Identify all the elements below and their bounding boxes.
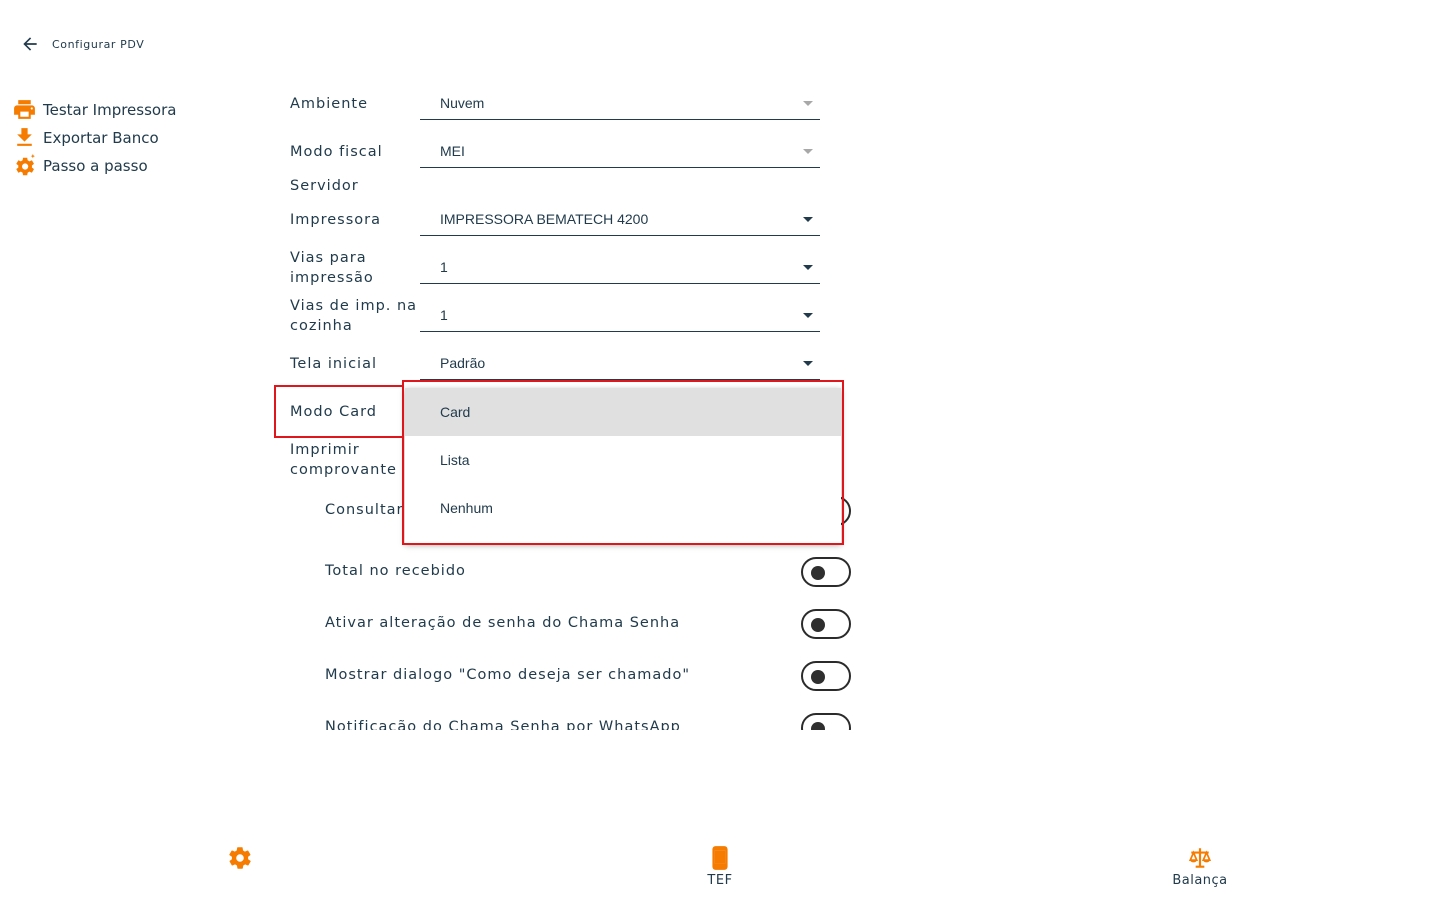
toggle-row-alteracao-senha: Ativar alteração de senha do Chama Senha: [325, 609, 851, 641]
caret-down-icon: [803, 313, 813, 318]
tela-inicial-value: Padrão: [440, 355, 486, 371]
toggle-row-total-recebido: Total no recebido: [325, 557, 851, 589]
toggle-knob: [811, 566, 825, 580]
toggle-label: Mostrar dialogo "Como deseja ser chamado…: [325, 667, 690, 683]
alteracao-senha-toggle[interactable]: [801, 609, 851, 639]
imprimir-comprovante-label: Imprimir comprovante: [290, 442, 397, 478]
ambiente-label: Ambiente: [290, 96, 368, 112]
total-recebido-toggle[interactable]: [801, 557, 851, 587]
toggle-label: Total no recebido: [325, 563, 466, 579]
vias-impressao-label: Vias para impressão: [290, 250, 374, 286]
highlight-box-label: [274, 385, 404, 438]
toggle-label: Consultar: [325, 502, 404, 518]
download-icon: [17, 128, 32, 146]
vias-impressao-value: 1: [440, 259, 448, 275]
sidebar-item-testar-impressora[interactable]: Testar Impressora: [12, 97, 176, 122]
nav-label: Balança: [1172, 873, 1228, 888]
sidebar-item-exportar-banco[interactable]: Exportar Banco: [12, 125, 159, 150]
impressora-label: Impressora: [290, 212, 381, 228]
sidebar-item-label: Testar Impressora: [43, 100, 177, 119]
impressora-select[interactable]: IMPRESSORA BEMATECH 4200: [420, 202, 820, 236]
sidebar-item-label: Passo a passo: [43, 156, 148, 175]
toggle-label: Ativar alteração de senha do Chama Senha: [325, 615, 681, 631]
printer-icon: [14, 100, 35, 119]
nav-settings[interactable]: [220, 845, 260, 873]
modo-fiscal-value: MEI: [440, 143, 465, 159]
ambiente-select[interactable]: Nuvem: [420, 86, 820, 120]
tela-inicial-label: Tela inicial: [290, 356, 377, 372]
toggle-row-whatsapp: Notificação do Chama Senha por WhatsApp: [325, 713, 851, 730]
toggle-knob: [811, 618, 825, 632]
vias-cozinha-select[interactable]: 1: [420, 298, 820, 332]
toggle-knob: [811, 670, 825, 684]
arrow-left-icon: [23, 37, 37, 51]
toggle-knob: [811, 722, 825, 730]
caret-down-icon: [803, 265, 813, 270]
vias-impressao-select[interactable]: 1: [420, 250, 820, 284]
back-button[interactable]: Configurar PDV: [20, 34, 144, 54]
nav-balanca[interactable]: Balança: [1165, 845, 1235, 888]
scale-icon: [1188, 848, 1212, 868]
toggle-label: Notificação do Chama Senha por WhatsApp: [325, 719, 681, 730]
modo-fiscal-label: Modo fiscal: [290, 144, 383, 160]
nav-tef[interactable]: TEF: [700, 845, 740, 888]
servidor-label: Servidor: [290, 178, 359, 194]
modo-fiscal-select[interactable]: MEI: [420, 134, 820, 168]
caret-down-icon: [803, 217, 813, 222]
mostrar-dialogo-toggle[interactable]: [801, 661, 851, 691]
toggle-row-mostrar-dialogo: Mostrar dialogo "Como deseja ser chamado…: [325, 661, 851, 693]
whatsapp-toggle[interactable]: [801, 713, 851, 730]
impressora-value: IMPRESSORA BEMATECH 4200: [440, 211, 649, 227]
vias-cozinha-value: 1: [440, 307, 448, 323]
phone-icon: [712, 846, 728, 870]
sidebar-item-passo-a-passo[interactable]: Passo a passo: [12, 153, 148, 178]
tela-inicial-select[interactable]: Padrão: [420, 346, 820, 380]
vias-cozinha-label: Vias de imp. na cozinha: [290, 298, 418, 334]
gear-sparkle-icon: [16, 154, 35, 176]
caret-down-icon: [803, 149, 813, 154]
caret-down-icon: [803, 361, 813, 366]
page-title: Configurar PDV: [52, 37, 145, 51]
gear-icon: [229, 847, 251, 869]
caret-down-icon: [803, 101, 813, 106]
sidebar-item-label: Exportar Banco: [43, 128, 159, 147]
nav-label: TEF: [707, 873, 733, 888]
ambiente-value: Nuvem: [440, 95, 485, 111]
highlight-box-dropdown: [402, 380, 844, 545]
